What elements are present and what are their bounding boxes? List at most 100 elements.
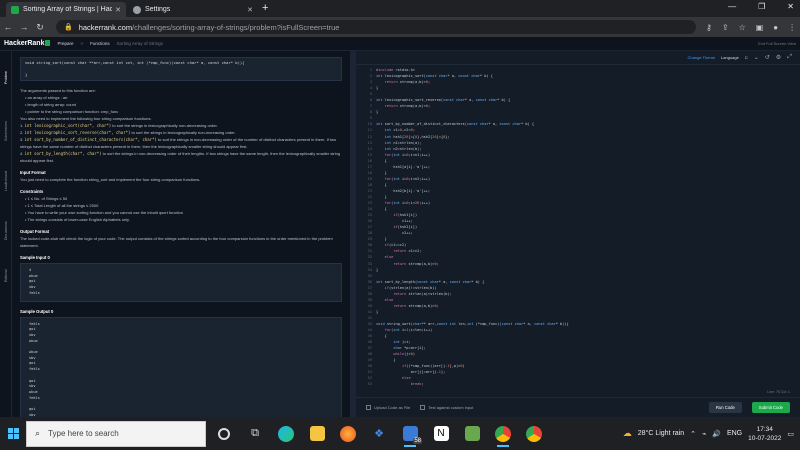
volume-icon[interactable]: 🔊: [712, 430, 721, 438]
settings-favicon-icon: [133, 5, 141, 14]
notification-center-icon[interactable]: ▭: [787, 430, 794, 438]
url-domain: hackerrank.com: [78, 22, 133, 32]
profile-icon[interactable]: ●: [773, 23, 778, 32]
submit-code-button[interactable]: Submit Code: [751, 402, 790, 413]
new-tab-button[interactable]: +: [262, 2, 268, 14]
close-window-button[interactable]: ✕: [787, 2, 794, 11]
code-text: int n1=strlen(a);: [384, 140, 422, 145]
code-text: break;: [410, 382, 424, 387]
taskbar-search-input[interactable]: ⌕ Type here to search: [26, 420, 206, 447]
code-text: }: [376, 194, 387, 199]
cursor-status: Line: 76 Col: 1: [767, 390, 790, 394]
checkbox-icon: [420, 405, 426, 410]
reset-code-icon[interactable]: ↺: [765, 54, 770, 61]
constraints-heading: Constraints: [20, 189, 44, 194]
bookmark-star-icon[interactable]: ☆: [739, 23, 746, 32]
code-text: int j=i;: [393, 340, 411, 345]
browser-tab-strip: Sorting Array of Strings | HackerRank ✕ …: [0, 0, 800, 17]
file-explorer-icon[interactable]: [304, 421, 330, 447]
func-item: 2. int lexicographic_sort_reverse(char*,…: [20, 130, 236, 135]
list-item: an array of strings : arr: [25, 94, 342, 101]
args-intro: The arguments passed to this function ar…: [20, 88, 96, 93]
close-tab-icon[interactable]: ✕: [115, 6, 121, 14]
chrome-profile-icon[interactable]: [521, 421, 547, 447]
key-icon[interactable]: ⚷: [706, 23, 712, 32]
clock-time: 17:34: [756, 425, 773, 433]
extensions-icon[interactable]: ▣: [756, 23, 764, 32]
sample-input-heading: Sample Input 0: [20, 255, 50, 260]
language-indicator[interactable]: ENG: [727, 430, 742, 437]
edge-icon[interactable]: [273, 421, 299, 447]
tab-leaderboard[interactable]: Leaderboard: [1, 161, 11, 201]
func-item: 3. int sort_by_number_of_distinct_charac…: [20, 137, 337, 149]
clock-date: 10-07-2022: [748, 434, 782, 442]
hackerrank-logo[interactable]: HackerRank: [4, 40, 51, 47]
breadcrumb-prepare[interactable]: Prepare: [57, 41, 73, 46]
code-text: return strcmp(a,b)<0;: [384, 104, 431, 109]
network-icon[interactable]: ⌁: [702, 430, 706, 438]
menu-kebab-icon[interactable]: ⋮: [788, 23, 796, 32]
list-item: The strings consists of lower-case Engli…: [25, 216, 342, 223]
code-text: for(int i=0;i<n1;i++): [384, 152, 431, 157]
code-area[interactable]: 1 #include <stdio.h> 2 int lexicographic_so…: [356, 67, 800, 387]
code-text: if((*cmp_func)(arr[j-1],p)>0): [401, 364, 465, 369]
chevron-up-icon[interactable]: ⌃: [690, 430, 696, 438]
constraints-list: 1 ≤ No. of Strings ≤ 50 1 ≤ Total Length…: [20, 195, 342, 223]
change-theme-link[interactable]: Change Theme: [688, 55, 716, 60]
maximize-button[interactable]: ❐: [758, 2, 765, 11]
func-item: 1. int lexicographic_sort(char*, char*) …: [20, 123, 218, 128]
tab-submissions[interactable]: Submissions: [1, 111, 11, 151]
sample-input-block: 4 wkue qoi sbv fekls: [20, 263, 342, 302]
code-text: c2++;: [376, 231, 413, 236]
upload-code-link[interactable]: Upload Code as File: [366, 405, 410, 410]
code-text: for(int i=0;i<n2;i++): [384, 176, 431, 181]
custom-input-checkbox[interactable]: Test against custom input: [420, 405, 473, 410]
settings-gear-icon[interactable]: ⚙: [776, 54, 781, 61]
tab-discussions[interactable]: Discussions: [1, 211, 11, 251]
tab-problem[interactable]: Problem: [1, 57, 11, 97]
notion-icon[interactable]: N: [428, 421, 454, 447]
minimize-button[interactable]: —: [728, 2, 736, 11]
reload-button[interactable]: ↻: [32, 22, 48, 33]
breadcrumb-functions[interactable]: Functions: [90, 41, 110, 46]
list-item: You have to write your own sorting funct…: [25, 209, 342, 216]
clock[interactable]: 17:34 10-07-2022: [748, 425, 781, 443]
list-item: 1 ≤ Total Length of all the strings ≤ 25…: [25, 202, 342, 209]
back-button[interactable]: ←: [0, 22, 16, 32]
code-text: hsh2[b[i]-'a']++;: [376, 188, 431, 193]
exit-fullscreen-link[interactable]: Exit Full Screen View: [758, 41, 796, 46]
browser-tab-hackerrank[interactable]: Sorting Array of Strings | HackerRank ✕: [6, 2, 126, 17]
tab-editorial[interactable]: Editorial: [1, 256, 11, 296]
code-text: if(c1==c2): [384, 243, 407, 248]
editor-footer: Upload Code as File Test against custom …: [356, 397, 800, 417]
expand-icon[interactable]: ⤢: [787, 54, 792, 61]
browser-tab-settings[interactable]: Settings ✕: [128, 2, 258, 17]
search-placeholder: Type here to search: [48, 429, 119, 438]
share-icon[interactable]: ⇪: [722, 23, 729, 32]
code-editor-app-icon[interactable]: [459, 421, 485, 447]
run-code-button[interactable]: Run Code: [708, 402, 742, 413]
system-tray: ☁ 28°C Light rain ⌃ ⌁ 🔊 ENG 17:34 10-07-…: [623, 425, 800, 443]
upload-icon: [366, 405, 371, 410]
close-tab-icon[interactable]: ✕: [247, 6, 253, 14]
firefox-icon[interactable]: [335, 421, 361, 447]
url-input[interactable]: 🔒 hackerrank.com /challenges/sorting-arr…: [56, 20, 696, 34]
cortana-icon[interactable]: [211, 421, 237, 447]
code-text: else: [384, 255, 394, 260]
code-text: }: [376, 267, 379, 272]
input-format-heading: Input Format: [20, 170, 46, 175]
breadcrumb-current: Sorting Array of Strings: [116, 41, 163, 46]
task-view-icon[interactable]: ⧉: [242, 421, 268, 447]
address-bar-row: ← → ↻ 🔒 hackerrank.com /challenges/sorti…: [0, 17, 800, 37]
forward-button[interactable]: →: [16, 22, 32, 32]
code-text: if(strlen(a)!=strlen(b)): [384, 285, 437, 290]
weather-text[interactable]: 28°C Light rain: [638, 430, 684, 437]
language-select[interactable]: C: [745, 55, 748, 60]
windows-taskbar: ⌕ Type here to search ⧉ ❖ 58 N ☁ 28°C Li…: [0, 417, 800, 450]
dropbox-icon[interactable]: ❖: [366, 421, 392, 447]
notifications-app-icon[interactable]: 58: [397, 421, 423, 447]
chrome-icon[interactable]: [490, 421, 516, 447]
start-button[interactable]: [0, 428, 26, 439]
chevron-down-icon[interactable]: ⌄: [754, 54, 759, 61]
code-text: {: [376, 207, 387, 212]
